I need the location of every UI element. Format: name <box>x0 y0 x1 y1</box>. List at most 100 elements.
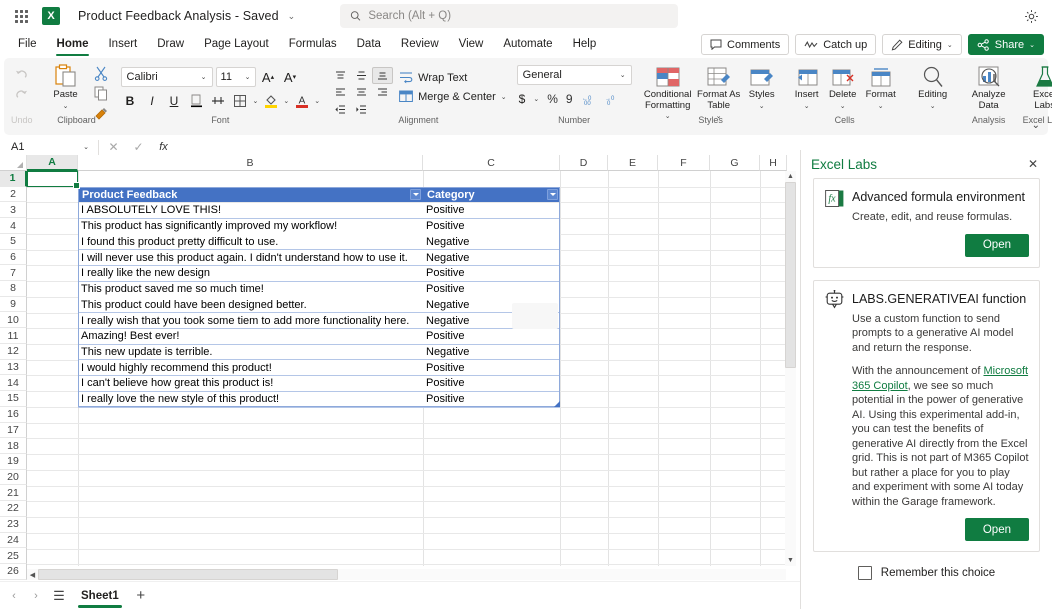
format-cells-button[interactable]: Format ⌄ <box>862 63 900 112</box>
row-header-19[interactable]: 19 <box>0 454 27 470</box>
column-header-f[interactable]: F <box>658 155 710 171</box>
delete-cells-button[interactable]: Delete ⌄ <box>826 63 860 112</box>
column-header-g[interactable]: G <box>710 155 760 171</box>
filter-button-product-feedback[interactable] <box>410 189 421 200</box>
comma-button[interactable]: 9 <box>566 92 573 106</box>
row-header-7[interactable]: 7 <box>0 265 27 281</box>
paste-chevron-down-icon[interactable]: ⌄ <box>63 102 69 113</box>
previous-sheet-button[interactable]: ‹ <box>4 586 24 606</box>
align-middle-button[interactable] <box>351 67 372 84</box>
column-header-e[interactable]: E <box>608 155 658 171</box>
excel-labs-button[interactable]: Excel Labs <box>1022 63 1052 111</box>
tab-file[interactable]: File <box>8 34 47 56</box>
catch-up-button[interactable]: Catch up <box>795 34 876 55</box>
cut-button[interactable] <box>91 65 111 82</box>
row-header-1[interactable]: 1 <box>0 171 27 187</box>
search-box[interactable] <box>340 4 678 28</box>
font-color-chevron-down-icon[interactable]: ⌄ <box>314 97 320 105</box>
table-cell-category[interactable]: Positive <box>423 329 560 344</box>
delete-cells-chevron-down-icon[interactable]: ⌄ <box>840 102 846 113</box>
table-cell-feedback[interactable]: I really wish that you took some tiem to… <box>78 313 423 328</box>
column-header-d[interactable]: D <box>560 155 608 171</box>
row-header-11[interactable]: 11 <box>0 328 27 344</box>
tab-automate[interactable]: Automate <box>493 34 562 56</box>
scroll-up-arrow-icon[interactable]: ▲ <box>785 171 796 182</box>
decrease-indent-button[interactable] <box>330 101 351 118</box>
table-cell-feedback[interactable]: Amazing! Best ever! <box>78 329 423 344</box>
font-name-select[interactable]: Calibri ⌄ <box>121 67 213 87</box>
collapse-ribbon-button[interactable]: ⌄ <box>1032 120 1040 131</box>
tab-view[interactable]: View <box>449 34 494 56</box>
row-header-6[interactable]: 6 <box>0 250 27 266</box>
close-icon[interactable]: ✕ <box>1024 155 1042 173</box>
table-cell-category[interactable]: Positive <box>423 219 560 234</box>
table-cell-category[interactable]: Positive <box>423 266 560 281</box>
row-header-23[interactable]: 23 <box>0 517 27 533</box>
table-cell-category[interactable]: Positive <box>423 392 560 407</box>
number-format-select[interactable]: General ⌄ <box>517 65 632 85</box>
table-resize-handle[interactable] <box>554 401 560 407</box>
row-header-21[interactable]: 21 <box>0 485 27 501</box>
share-button[interactable]: Share ⌄ <box>968 34 1044 55</box>
cancel-edit-button[interactable]: ✕ <box>103 138 124 157</box>
row-header-5[interactable]: 5 <box>0 234 27 250</box>
scroll-left-arrow-icon[interactable]: ◀ <box>27 569 38 580</box>
table-cell-category[interactable]: Negative <box>423 250 560 265</box>
grow-font-button[interactable]: A▴ <box>259 68 278 87</box>
borders-button[interactable] <box>231 91 250 110</box>
conditional-formatting-button[interactable]: Conditional Formatting ⌄ <box>642 63 694 123</box>
table-cell-feedback[interactable]: This product has significantly improved … <box>78 219 423 234</box>
wrap-text-button[interactable]: Wrap Text <box>399 71 507 84</box>
name-box[interactable]: A1 ⌄ <box>6 138 94 157</box>
merge-center-button[interactable]: Merge & Center ⌄ <box>399 90 507 103</box>
insert-function-button[interactable]: fx <box>153 138 174 157</box>
row-header-18[interactable]: 18 <box>0 438 27 454</box>
tab-page-layout[interactable]: Page Layout <box>194 34 279 56</box>
next-sheet-button[interactable]: › <box>26 586 46 606</box>
table-cell-feedback[interactable]: I can't believe how great this product i… <box>78 376 423 391</box>
align-left-button[interactable] <box>330 84 351 101</box>
table-cell-category[interactable]: Positive <box>423 282 560 297</box>
underline-button[interactable]: U <box>165 91 184 110</box>
paste-button[interactable]: Paste ⌄ <box>43 63 89 112</box>
row-header-17[interactable]: 17 <box>0 423 27 439</box>
tab-data[interactable]: Data <box>347 34 391 56</box>
increase-decimal-button[interactable]: ←0 00 <box>581 93 596 106</box>
tab-review[interactable]: Review <box>391 34 449 56</box>
table-cell-feedback[interactable]: This product could have been designed be… <box>78 297 423 312</box>
table-cell-feedback[interactable]: I found this product pretty difficult to… <box>78 234 423 249</box>
analyze-data-button[interactable]: Analyze Data <box>966 63 1012 111</box>
row-header-16[interactable]: 16 <box>0 407 27 423</box>
table-cell-category[interactable]: Negative <box>423 234 560 249</box>
open-generativeai-button[interactable]: Open <box>965 518 1029 541</box>
table-cell-category[interactable]: Positive <box>423 376 560 391</box>
selected-cell-a1[interactable] <box>27 171 78 187</box>
format-as-table-button[interactable]: Format As Table ⌄ <box>696 63 742 123</box>
styles-chevron-down-icon[interactable]: ⌄ <box>759 102 765 113</box>
row-header-20[interactable]: 20 <box>0 470 27 486</box>
table-header-product-feedback[interactable]: Product Feedback <box>78 187 423 202</box>
search-input[interactable] <box>368 10 668 22</box>
italic-button[interactable]: I <box>143 91 162 110</box>
horizontal-scrollbar[interactable]: ◀ <box>27 569 786 580</box>
scroll-down-arrow-icon[interactable]: ▼ <box>785 555 796 566</box>
sheet-tab-sheet1[interactable]: Sheet1 <box>72 583 128 609</box>
table-cell-feedback[interactable]: I ABSOLUTELY LOVE THIS! <box>78 203 423 218</box>
align-center-button[interactable] <box>351 84 372 101</box>
conditional-formatting-chevron-down-icon[interactable]: ⌄ <box>665 112 671 123</box>
align-top-button[interactable] <box>330 67 351 84</box>
row-header-25[interactable]: 25 <box>0 548 27 564</box>
row-header-10[interactable]: 10 <box>0 312 27 328</box>
tab-draw[interactable]: Draw <box>147 34 194 56</box>
decrease-decimal-button[interactable]: →0 0 <box>604 93 619 106</box>
align-bottom-button[interactable] <box>372 67 393 84</box>
row-header-8[interactable]: 8 <box>0 281 27 297</box>
title-chevron-down-icon[interactable]: ⌄ <box>288 11 296 22</box>
redo-button[interactable] <box>12 86 32 103</box>
table-cell-category[interactable]: Positive <box>423 360 560 375</box>
table-cell-feedback[interactable]: I really love the new style of this prod… <box>78 392 423 407</box>
align-right-button[interactable] <box>372 84 393 101</box>
table-cell-feedback[interactable]: This product saved me so much time! <box>78 282 423 297</box>
column-header-c[interactable]: C <box>423 155 560 171</box>
comments-button[interactable]: Comments <box>701 34 789 55</box>
